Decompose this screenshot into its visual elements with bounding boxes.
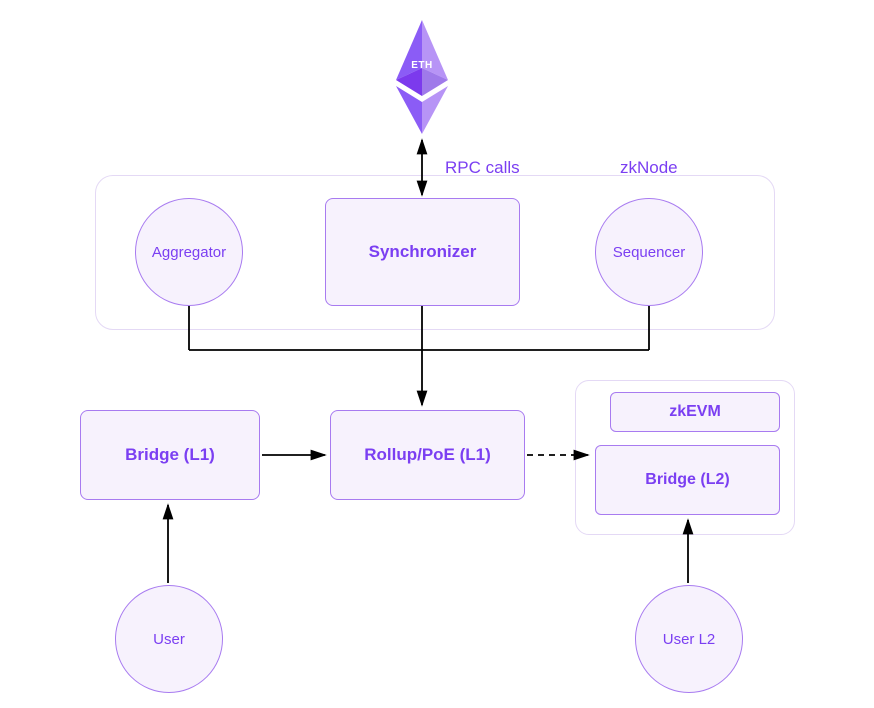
synchronizer-node: Synchronizer — [325, 198, 520, 306]
user-l2-label: User L2 — [663, 631, 716, 648]
bridge-l2-node: Bridge (L2) — [595, 445, 780, 515]
user-label: User — [153, 631, 185, 648]
bridge-l1-label: Bridge (L1) — [125, 445, 215, 465]
rollup-label: Rollup/PoE (L1) — [364, 445, 491, 465]
aggregator-label: Aggregator — [152, 244, 226, 261]
sequencer-label: Sequencer — [613, 244, 686, 261]
diagram-canvas: ETH RPC calls zkNode Aggregator Synchron… — [0, 0, 874, 708]
ethereum-icon — [380, 18, 464, 138]
user-l2-node: User L2 — [635, 585, 743, 693]
eth-node: ETH — [380, 18, 464, 143]
bridge-l1-node: Bridge (L1) — [80, 410, 260, 500]
eth-label: ETH — [411, 60, 433, 71]
sequencer-node: Sequencer — [595, 198, 703, 306]
zknode-label: zkNode — [620, 158, 678, 178]
zkevm-label-box: zkEVM — [610, 392, 780, 432]
bridge-l2-label: Bridge (L2) — [645, 471, 729, 489]
rpc-calls-label: RPC calls — [445, 158, 520, 178]
user-node: User — [115, 585, 223, 693]
rollup-node: Rollup/PoE (L1) — [330, 410, 525, 500]
synchronizer-label: Synchronizer — [369, 242, 477, 262]
zkevm-label: zkEVM — [669, 403, 721, 421]
aggregator-node: Aggregator — [135, 198, 243, 306]
